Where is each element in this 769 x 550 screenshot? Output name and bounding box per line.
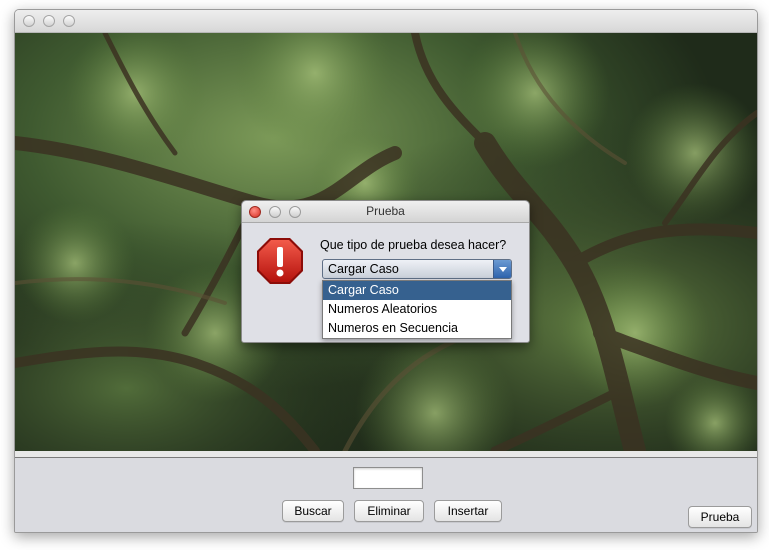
insertar-button[interactable]: Insertar — [434, 500, 502, 522]
prueba-dialog: Prueba Que tipo de prueba desea hacer? C… — [241, 200, 530, 343]
dialog-message: Que tipo de prueba desea hacer? — [320, 238, 507, 252]
search-text-field[interactable] — [353, 467, 423, 489]
minimize-window-button[interactable] — [43, 15, 55, 27]
test-type-combobox[interactable]: Cargar Caso — [322, 259, 512, 279]
chevron-down-icon[interactable] — [493, 260, 511, 278]
dropdown-option-numeros-en-secuencia[interactable]: Numeros en Secuencia — [323, 319, 511, 338]
combobox-dropdown-list: Cargar Caso Numeros Aleatorios Numeros e… — [322, 280, 512, 339]
warning-stop-icon — [257, 238, 303, 284]
dropdown-option-numeros-aleatorios[interactable]: Numeros Aleatorios — [323, 300, 511, 319]
prueba-button[interactable]: Prueba — [688, 506, 752, 528]
close-window-button[interactable] — [23, 15, 35, 27]
window-titlebar — [15, 10, 757, 33]
buscar-button[interactable]: Buscar — [282, 500, 344, 522]
dialog-titlebar: Prueba — [242, 201, 529, 223]
eliminar-button[interactable]: Eliminar — [354, 500, 424, 522]
zoom-window-button[interactable] — [63, 15, 75, 27]
bottom-control-panel: Buscar Eliminar Insertar Prueba — [15, 457, 757, 532]
combobox-selected-value: Cargar Caso — [328, 262, 399, 276]
dropdown-option-cargar-caso[interactable]: Cargar Caso — [323, 281, 511, 300]
dialog-title: Prueba — [366, 204, 405, 218]
